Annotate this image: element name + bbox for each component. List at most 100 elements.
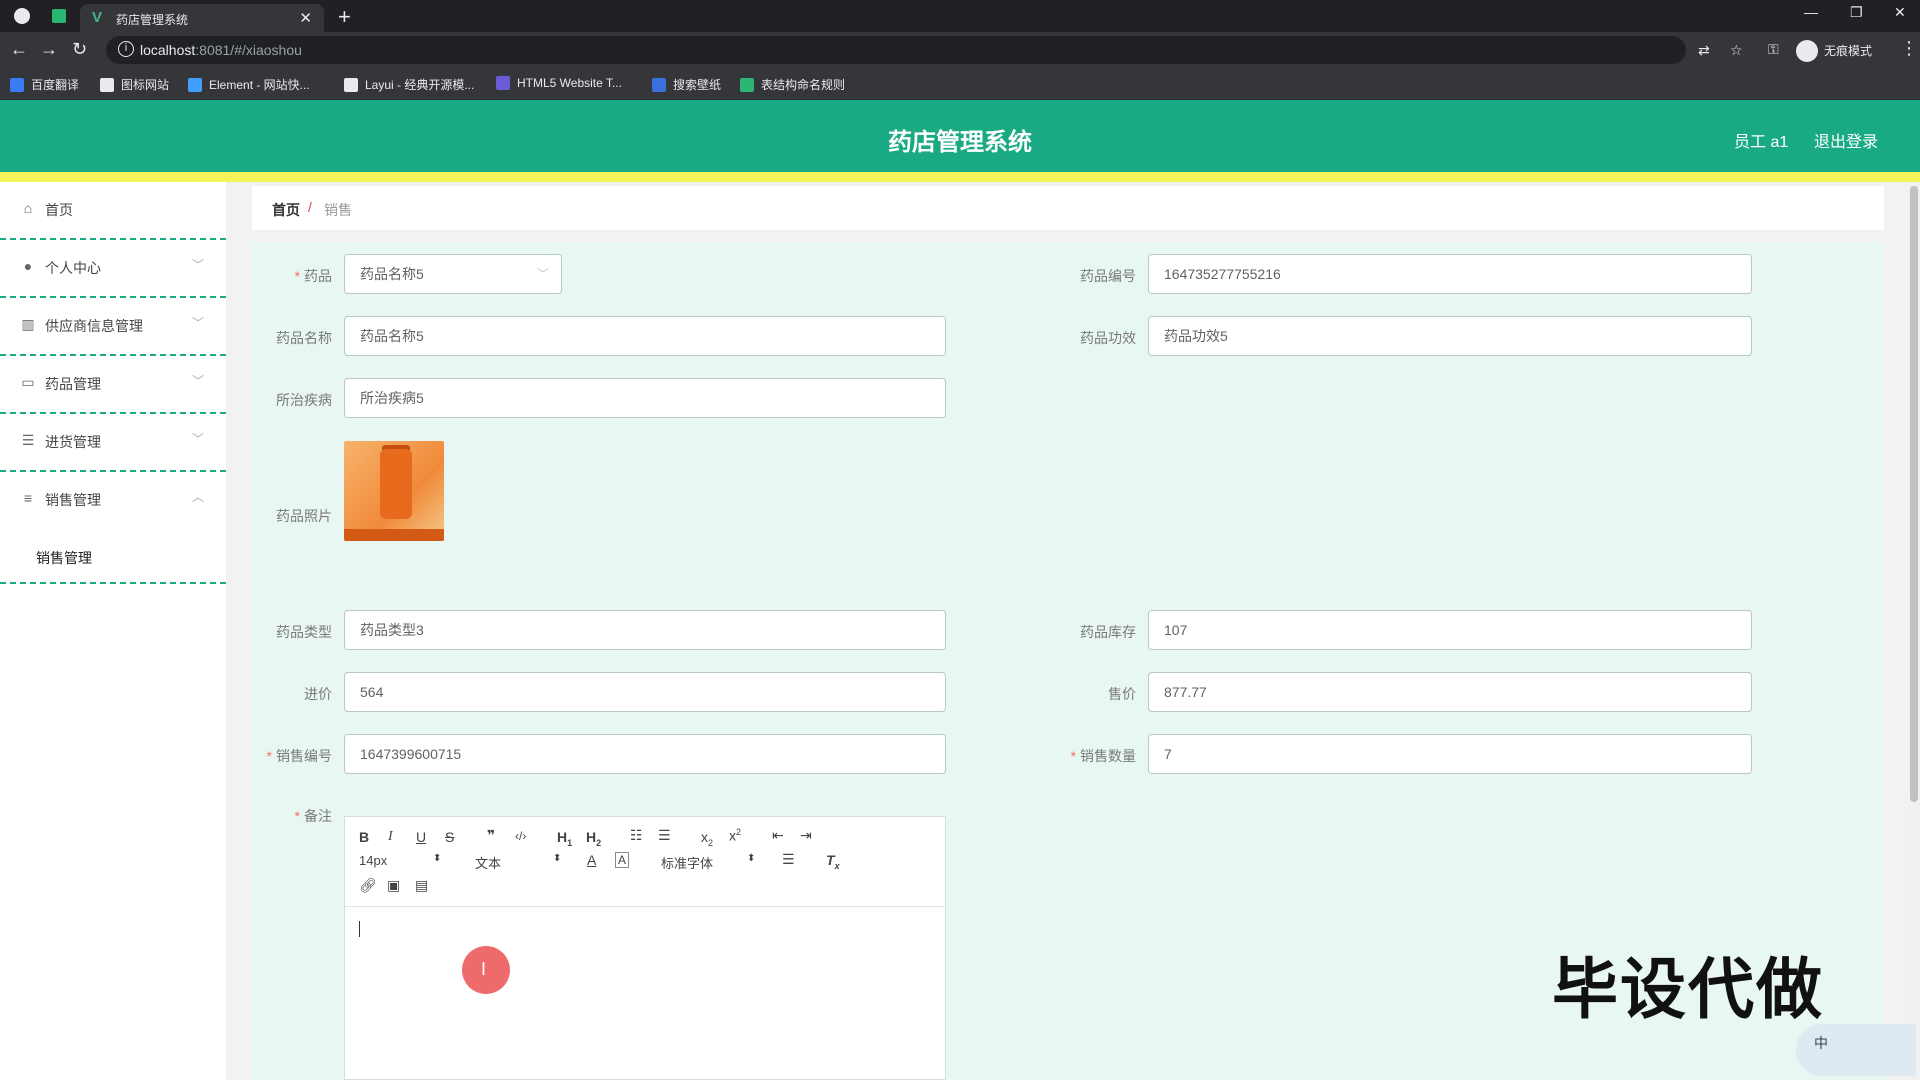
drug-type-field[interactable]: 药品类型3 xyxy=(344,610,946,650)
text-color-icon[interactable]: A xyxy=(587,852,596,868)
block-type-select[interactable]: 文本 ⬍ xyxy=(475,853,561,872)
translate-icon[interactable]: ⇄ xyxy=(1698,42,1710,59)
browser-tab[interactable]: V 药店管理系统 ✕ xyxy=(80,4,324,32)
drug-stock-field[interactable]: 107 xyxy=(1148,610,1752,650)
drug-code-field[interactable]: 164735277755216 xyxy=(1148,254,1752,294)
sidebar-item-drugs[interactable]: ▭ 药品管理 ﹀ xyxy=(0,356,226,414)
current-user: 员工 a1 xyxy=(1734,134,1789,151)
sale-number-field[interactable]: 1647399600715 xyxy=(344,734,946,774)
drug-effect-field[interactable]: 药品功效5 xyxy=(1148,316,1752,356)
sale-price-field[interactable]: 877.77 xyxy=(1148,672,1752,712)
superscript-icon[interactable]: x2 xyxy=(729,827,741,844)
sidebar-subitem-label: 销售管理 xyxy=(36,550,92,566)
ordered-list-icon[interactable]: ☷ xyxy=(630,827,643,844)
blockquote-icon[interactable]: ❞ xyxy=(487,827,495,844)
clear-format-icon[interactable]: Tx xyxy=(826,852,840,871)
sidebar-subitem-sales[interactable]: 销售管理 xyxy=(0,530,226,584)
bookmark-item[interactable]: 图标网站 xyxy=(100,76,169,93)
bookmark-item[interactable]: 百度翻译 xyxy=(10,76,79,93)
chevron-down-icon: ﹀ xyxy=(191,374,204,388)
align-icon[interactable]: ☰ xyxy=(782,851,795,868)
font-family-select[interactable]: 标准字体 ⬍ xyxy=(661,853,755,872)
bookmarks-bar: 百度翻译 图标网站 Element - 网站快... Layui - 经典开源模… xyxy=(0,68,1920,100)
indent-icon[interactable]: ⇥ xyxy=(800,827,812,844)
tab-close-icon[interactable]: ✕ xyxy=(299,9,312,27)
browser-tab-bar: V 药店管理系统 ✕ + — ❐ ✕ xyxy=(0,0,1920,32)
bookmark-favicon-icon xyxy=(100,77,114,92)
sidebar-item-label: 供应商信息管理 xyxy=(45,318,143,334)
code-label: 药品编号 xyxy=(1080,268,1136,284)
background-color-icon[interactable]: A xyxy=(615,852,630,868)
vue-favicon-icon: V xyxy=(92,9,103,26)
restore-icon[interactable]: ❐ xyxy=(1850,4,1863,21)
breadcrumb-home[interactable]: 首页 xyxy=(272,200,300,220)
window-close-icon[interactable]: ✕ xyxy=(1894,4,1906,21)
back-icon[interactable]: ← xyxy=(10,39,28,60)
ime-indicator[interactable]: 中 xyxy=(1796,1024,1916,1076)
browser-menu-icon[interactable]: ⋮ xyxy=(1900,38,1918,59)
incognito-icon[interactable] xyxy=(1796,40,1818,62)
new-tab-icon[interactable]: + xyxy=(338,4,351,30)
bookmark-favicon-icon xyxy=(496,76,510,90)
bullet-list-icon[interactable]: ☰ xyxy=(658,827,671,844)
sidebar-item-home[interactable]: ⌂ 首页 xyxy=(0,182,226,240)
sidebar: ⌂ 首页 ● 个人中心 ﹀ ▥ 供应商信息管理 ﹀ ▭ 药品管理 ﹀ ☰ 进货管… xyxy=(0,182,226,1080)
site-info-icon[interactable]: i xyxy=(118,41,134,57)
code-block-icon[interactable]: ‹/› xyxy=(515,829,526,843)
strikethrough-icon[interactable]: S xyxy=(445,829,454,845)
monitor-icon: ▭ xyxy=(21,374,35,390)
minimize-icon[interactable]: — xyxy=(1804,4,1818,20)
bookmark-item[interactable]: Layui - 经典开源模... xyxy=(344,76,474,93)
video-icon[interactable]: ▤ xyxy=(415,877,428,894)
scrollbar-thumb[interactable] xyxy=(1910,186,1918,802)
pinned-tab-icon[interactable] xyxy=(52,9,66,23)
bookmark-item[interactable]: 表结构命名规则 xyxy=(740,76,845,93)
breadcrumb-separator: / xyxy=(308,199,312,215)
home-icon: ⌂ xyxy=(23,200,33,216)
bookmark-item[interactable]: HTML5 Website T... xyxy=(496,76,622,90)
disease-field[interactable]: 所治疾病5 xyxy=(344,378,946,418)
page-scrollbar[interactable] xyxy=(1908,182,1920,1080)
link-icon[interactable]: 🔗︎ xyxy=(359,877,377,894)
sale-quantity-field[interactable]: 7 xyxy=(1148,734,1752,774)
photo-label: 药品照片 xyxy=(276,508,332,524)
sidebar-item-label: 首页 xyxy=(45,202,73,218)
forward-icon[interactable]: → xyxy=(40,39,58,60)
chevron-down-icon: ﹀ xyxy=(536,267,549,281)
photo-band xyxy=(344,529,444,541)
sidebar-item-supplier[interactable]: ▥ 供应商信息管理 ﹀ xyxy=(0,298,226,356)
chevron-up-icon: ︿ xyxy=(191,490,204,504)
underline-icon[interactable]: U xyxy=(416,829,426,845)
sidebar-item-sales[interactable]: ≡ 销售管理 ︿ xyxy=(0,472,226,530)
sliders-icon: ≡ xyxy=(23,490,33,506)
image-icon[interactable]: ▣ xyxy=(387,877,400,894)
drug-name-field[interactable]: 药品名称5 xyxy=(344,316,946,356)
bookmark-favicon-icon xyxy=(188,77,202,92)
cost-label: 进价 xyxy=(304,686,332,702)
sidebar-item-profile[interactable]: ● 个人中心 ﹀ xyxy=(0,240,226,298)
url-text: localhost:8081/#/xiaoshou xyxy=(140,42,302,58)
subscript-icon[interactable]: x2 xyxy=(701,829,713,848)
key-icon[interactable]: ⚿ xyxy=(1768,41,1779,58)
address-bar[interactable]: i localhost:8081/#/xiaoshou ⇄ ☆ xyxy=(106,36,1743,64)
bookmark-item[interactable]: Element - 网站快... xyxy=(188,76,310,93)
bold-icon[interactable]: B xyxy=(359,829,369,845)
bookmark-favicon-icon xyxy=(10,77,24,92)
chevron-down-icon: ﹀ xyxy=(191,258,204,272)
drug-photo[interactable] xyxy=(344,441,444,541)
italic-icon[interactable]: I xyxy=(388,829,393,845)
reload-icon[interactable]: ↻ xyxy=(72,39,87,60)
breadcrumb: 首页 / 销售 xyxy=(252,186,1884,230)
font-size-select[interactable]: 14px ⬍ xyxy=(359,853,441,868)
outdent-icon[interactable]: ⇤ xyxy=(772,827,784,844)
editor-toolbar: B I U S ❞ ‹/› H1 H2 ☷ ☰ x2 x2 ⇤ ⇥ 14px ⬍ … xyxy=(345,817,945,907)
bookmark-item[interactable]: 搜索壁纸 xyxy=(652,76,721,93)
bookmark-star-icon[interactable]: ☆ xyxy=(1730,42,1743,59)
heading2-icon[interactable]: H2 xyxy=(586,829,601,848)
logout-button[interactable]: 退出登录 xyxy=(1814,128,1878,152)
sidebar-item-purchase[interactable]: ☰ 进货管理 ﹀ xyxy=(0,414,226,472)
drug-select[interactable]: 药品名称5 ﹀ xyxy=(344,254,562,294)
stock-label: 药品库存 xyxy=(1080,624,1136,640)
cost-price-field[interactable]: 564 xyxy=(344,672,946,712)
heading1-icon[interactable]: H1 xyxy=(557,829,572,848)
